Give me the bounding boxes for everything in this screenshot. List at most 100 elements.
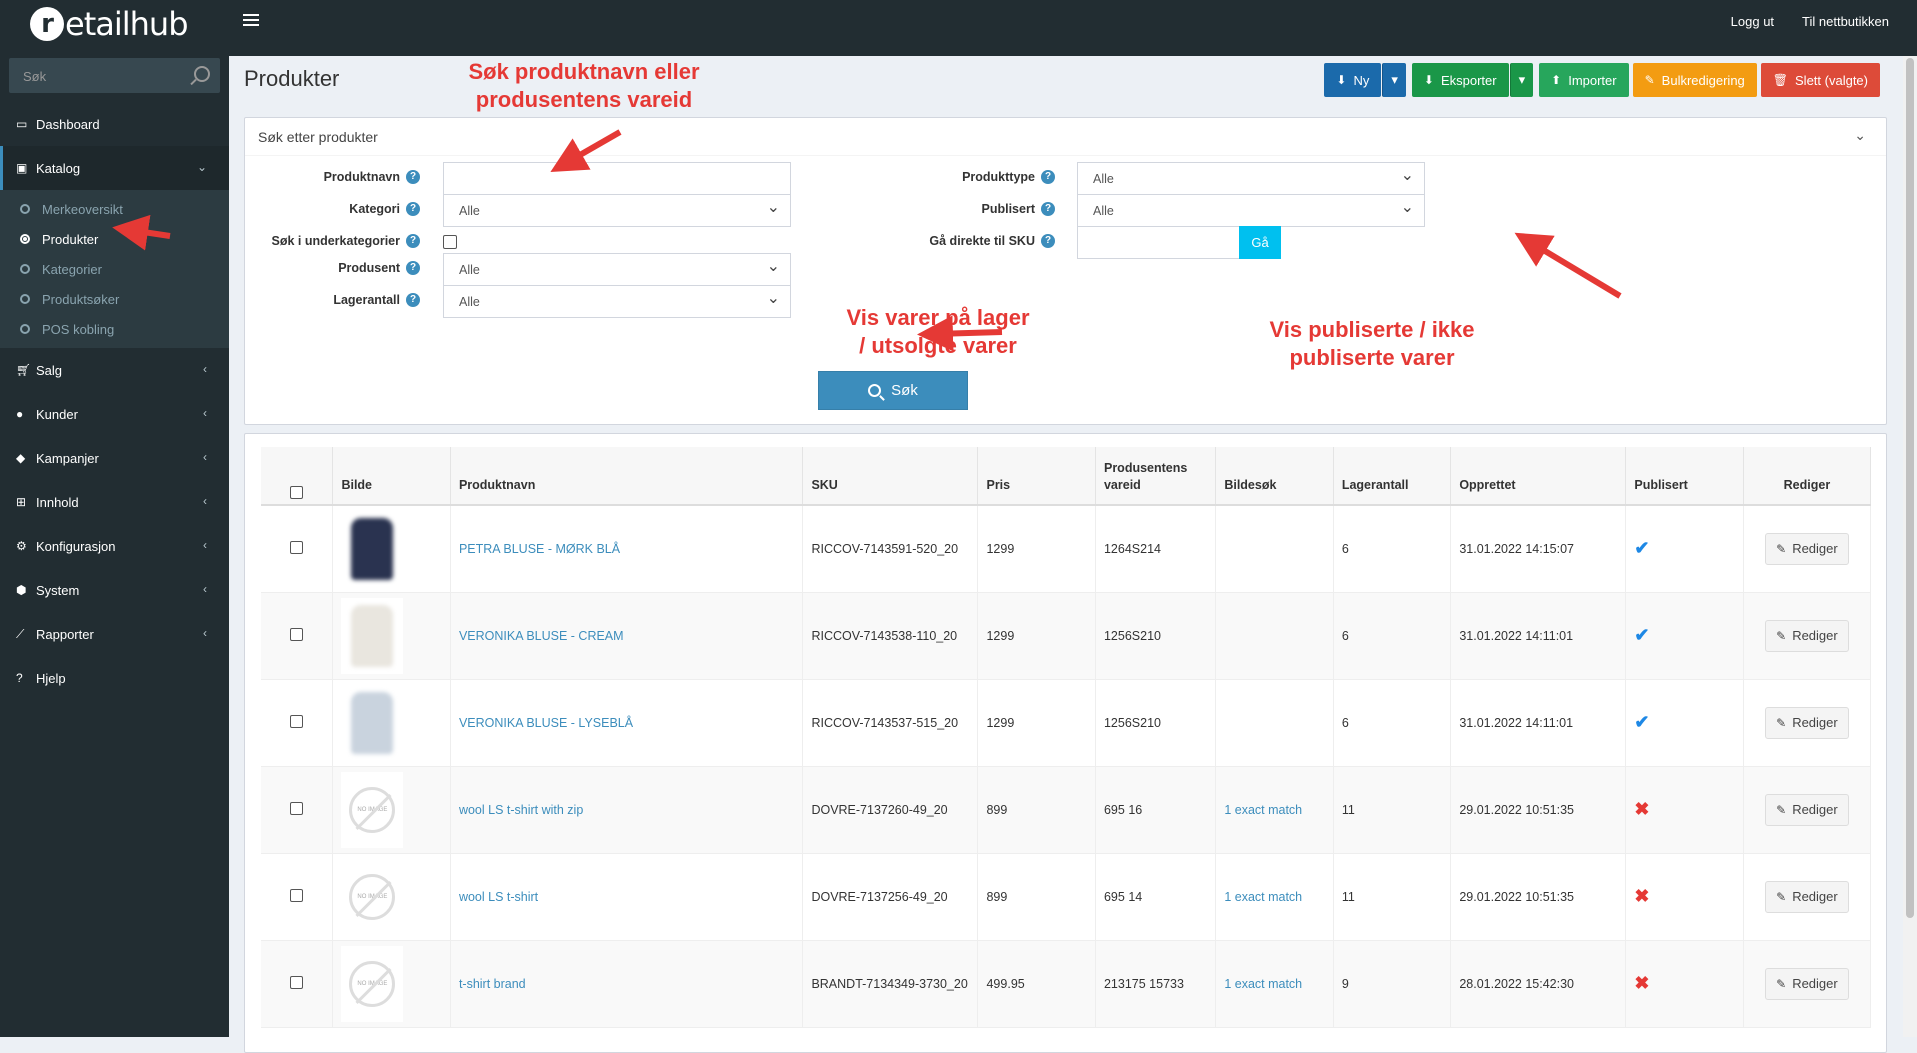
help-icon[interactable]: ? bbox=[1041, 234, 1055, 248]
search-button-label: Søk bbox=[891, 382, 918, 399]
product-thumbnail[interactable] bbox=[341, 510, 404, 587]
sidebar-item-kampanjer[interactable]: ◆ Kampanjer ‹ bbox=[0, 436, 229, 480]
bulk-edit-button[interactable]: ✎ Bulkredigering bbox=[1632, 63, 1757, 97]
help-icon[interactable]: ? bbox=[406, 293, 420, 307]
sidebar-item-konfigurasjon[interactable]: ⚙ Konfigurasjon ‹ bbox=[0, 524, 229, 568]
sidebar-item-salg[interactable]: 🛒︎ Salg ‹ bbox=[0, 348, 229, 392]
sidebar-item-katalog[interactable]: ▣ Katalog ⌄ bbox=[0, 146, 229, 190]
manufacturer-label: Produsent bbox=[338, 261, 400, 275]
product-name-link[interactable]: wool LS t-shirt bbox=[459, 890, 538, 904]
edit-button[interactable]: ✎ Rediger bbox=[1765, 793, 1849, 826]
subcategories-checkbox[interactable] bbox=[443, 235, 457, 249]
scrollbar-thumb[interactable] bbox=[1906, 58, 1914, 918]
search-panel-header[interactable]: Søk etter produkter ⌄ bbox=[245, 118, 1886, 156]
help-icon[interactable]: ? bbox=[406, 202, 420, 216]
to-store-link[interactable]: Til nettbutikken bbox=[1802, 14, 1889, 29]
edit-button[interactable]: ✎ Rediger bbox=[1765, 706, 1849, 739]
edit-button[interactable]: ✎ Rediger bbox=[1765, 880, 1849, 913]
search-panel: Søk etter produkter ⌄ Produktnavn? Kateg… bbox=[244, 117, 1887, 425]
product-thumbnail[interactable]: NO IMAGE bbox=[341, 858, 404, 935]
category-select[interactable]: Alle bbox=[443, 194, 791, 227]
name-cell: VERONIKA BLUSE - LYSEBLÅ bbox=[450, 679, 804, 767]
sidebar-item-rapporter[interactable]: ⟋ Rapporter ‹ bbox=[0, 612, 229, 656]
retailhub-logo[interactable]: r etailhub bbox=[30, 4, 210, 44]
sidebar-item-hjelp[interactable]: ? Hjelp bbox=[0, 656, 229, 700]
stock-select[interactable]: Alle bbox=[443, 285, 791, 318]
product-name-link[interactable]: PETRA BLUSE - MØRK BLÅ bbox=[459, 542, 620, 556]
col-price[interactable]: Pris bbox=[977, 447, 1096, 506]
sidebar-item-label: Kunder bbox=[36, 406, 78, 422]
menu-toggle-icon[interactable] bbox=[243, 14, 259, 28]
row-checkbox[interactable] bbox=[290, 975, 304, 989]
product-thumbnail[interactable] bbox=[341, 597, 404, 674]
col-published[interactable]: Publisert bbox=[1625, 447, 1744, 506]
col-created[interactable]: Opprettet bbox=[1450, 447, 1627, 506]
new-button[interactable]: ⬇ Ny bbox=[1324, 63, 1382, 97]
col-vendor-id[interactable]: Produsentens vareid bbox=[1095, 447, 1217, 506]
new-dropdown-button[interactable]: ▾ bbox=[1382, 63, 1406, 97]
pencil-icon: ✎ bbox=[1776, 628, 1787, 643]
product-thumbnail[interactable]: NO IMAGE bbox=[341, 945, 404, 1022]
help-icon[interactable]: ? bbox=[406, 261, 420, 275]
col-stock[interactable]: Lagerantall bbox=[1333, 447, 1452, 506]
product-thumbnail[interactable] bbox=[341, 684, 404, 761]
edit-cell: ✎ Rediger bbox=[1743, 940, 1872, 1028]
image-search-link[interactable]: 1 exact match bbox=[1224, 803, 1302, 817]
sidebar-sub-kategorier[interactable]: Kategorier bbox=[0, 254, 229, 284]
help-icon[interactable]: ? bbox=[1041, 202, 1055, 216]
goto-sku-button[interactable]: Gå bbox=[1239, 226, 1281, 259]
search-button[interactable]: Søk bbox=[818, 371, 968, 410]
published-label: Publisert bbox=[981, 202, 1036, 216]
product-thumbnail[interactable]: NO IMAGE bbox=[341, 771, 404, 848]
edit-button-label: Rediger bbox=[1792, 802, 1838, 817]
sidebar-sub-produktsoker[interactable]: Produktsøker bbox=[0, 284, 229, 314]
published-select[interactable]: Alle bbox=[1077, 194, 1425, 227]
help-icon[interactable]: ? bbox=[406, 170, 420, 184]
chevron-left-icon: ‹ bbox=[203, 362, 207, 376]
product-name-link[interactable]: VERONIKA BLUSE - CREAM bbox=[459, 629, 624, 643]
sidebar-sub-pos-kobling[interactable]: POS kobling bbox=[0, 314, 229, 344]
sidebar-item-system[interactable]: ⬢ System ‹ bbox=[0, 568, 229, 612]
edit-button[interactable]: ✎ Rediger bbox=[1765, 532, 1849, 565]
export-button[interactable]: ⬇ Eksporter bbox=[1411, 63, 1509, 97]
page-scrollbar[interactable] bbox=[1903, 56, 1917, 1037]
subcategories-label: Søk i underkategorier bbox=[271, 234, 400, 248]
sidebar-item-dashboard[interactable]: ▭ Dashboard bbox=[0, 102, 229, 146]
goto-sku-input[interactable] bbox=[1077, 226, 1241, 259]
logout-link[interactable]: Logg ut bbox=[1731, 14, 1774, 29]
product-name-link[interactable]: t-shirt brand bbox=[459, 977, 526, 991]
export-dropdown-button[interactable]: ▾ bbox=[1509, 63, 1534, 97]
help-icon[interactable]: ? bbox=[406, 234, 420, 248]
sidebar-search-input[interactable]: Søk bbox=[9, 58, 220, 93]
edit-button[interactable]: ✎ Rediger bbox=[1765, 619, 1849, 652]
row-checkbox[interactable] bbox=[290, 888, 304, 902]
product-name-link[interactable]: VERONIKA BLUSE - LYSEBLÅ bbox=[459, 716, 633, 730]
vendor-id-cell: 1256S210 bbox=[1095, 592, 1217, 680]
search-icon[interactable] bbox=[194, 66, 210, 82]
image-search-link[interactable]: 1 exact match bbox=[1224, 890, 1302, 904]
delete-selected-button[interactable]: 🗑︎ Slett (valgte) bbox=[1760, 63, 1880, 97]
sidebar-item-kunder[interactable]: ● Kunder ‹ bbox=[0, 392, 229, 436]
row-checkbox[interactable] bbox=[290, 714, 304, 728]
import-button[interactable]: ⬆ Importer bbox=[1539, 63, 1629, 97]
product-type-select[interactable]: Alle bbox=[1077, 162, 1425, 195]
row-checkbox[interactable] bbox=[290, 801, 304, 815]
sidebar-item-innhold[interactable]: ⊞ Innhold ‹ bbox=[0, 480, 229, 524]
chevron-down-icon[interactable]: ⌄ bbox=[1854, 127, 1866, 144]
manufacturer-select[interactable]: Alle bbox=[443, 253, 791, 286]
edit-button[interactable]: ✎ Rediger bbox=[1765, 967, 1849, 1000]
row-checkbox[interactable] bbox=[290, 540, 304, 554]
sidebar-sub-merkeoversikt[interactable]: Merkeoversikt bbox=[0, 194, 229, 224]
col-sku[interactable]: SKU bbox=[802, 447, 979, 506]
name-cell: t-shirt brand bbox=[450, 940, 804, 1028]
check-icon: ✔ bbox=[1634, 538, 1650, 559]
sidebar-sub-produkter[interactable]: Produkter bbox=[0, 224, 229, 254]
image-search-link[interactable]: 1 exact match bbox=[1224, 977, 1302, 991]
row-checkbox[interactable] bbox=[290, 627, 304, 641]
row-select-cell bbox=[261, 592, 334, 680]
help-icon[interactable]: ? bbox=[1041, 170, 1055, 184]
col-name[interactable]: Produktnavn bbox=[450, 447, 804, 506]
product-name-input[interactable] bbox=[443, 162, 791, 195]
product-name-link[interactable]: wool LS t-shirt with zip bbox=[459, 803, 583, 817]
select-all-checkbox[interactable] bbox=[290, 486, 304, 499]
